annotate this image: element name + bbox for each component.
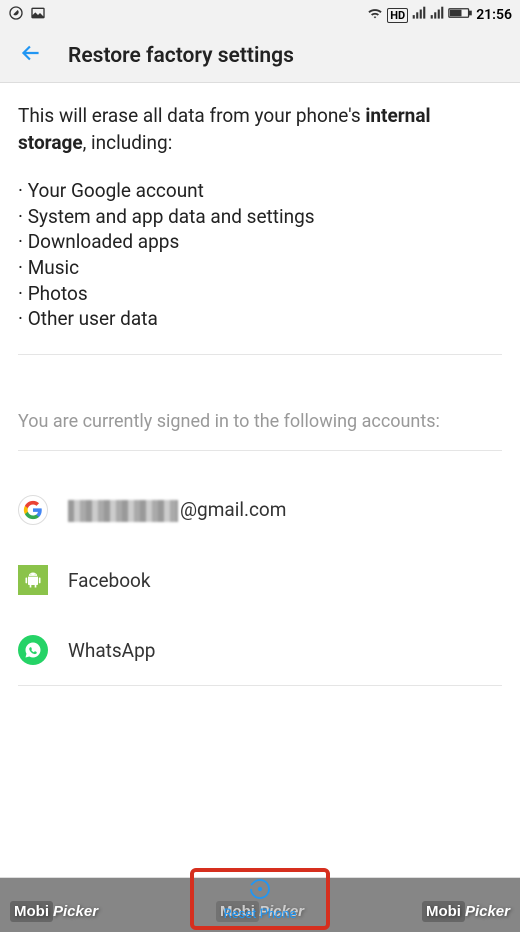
status-time: 21:56: [476, 7, 512, 23]
wifi-icon: [367, 6, 383, 24]
erase-item: · Music: [18, 255, 502, 281]
account-item-facebook[interactable]: Facebook: [18, 545, 502, 615]
page-title: Restore factory settings: [68, 44, 294, 68]
image-status-icon: [30, 5, 46, 25]
hd-icon: HD: [387, 8, 408, 23]
erase-item: · Other user data: [18, 306, 502, 332]
account-label: WhatsApp: [68, 639, 155, 662]
erase-item: · Downloaded apps: [18, 229, 502, 255]
back-arrow-icon[interactable]: [18, 40, 44, 72]
signal-icon-2: [430, 6, 444, 24]
main-content: This will erase all data from your phone…: [0, 83, 520, 686]
obscured-text: [68, 500, 178, 522]
battery-icon: [448, 6, 472, 24]
account-label: @gmail.com: [68, 498, 286, 522]
whatsapp-icon: [18, 635, 48, 665]
account-list: @gmail.com Facebook WhatsApp: [18, 475, 502, 686]
reset-icon: [248, 877, 272, 905]
reset-phone-button[interactable]: Reset Phone: [190, 868, 330, 930]
account-label: Facebook: [68, 569, 151, 592]
signal-icon-1: [412, 6, 426, 24]
erase-list: · Your Google account · System and app d…: [18, 178, 502, 355]
erase-item: · Your Google account: [18, 178, 502, 204]
header: Restore factory settings: [0, 30, 520, 83]
warning-text: This will erase all data from your phone…: [18, 103, 502, 156]
watermark: MobiPicker: [422, 903, 510, 920]
account-item-google[interactable]: @gmail.com: [18, 475, 502, 545]
android-icon: [18, 565, 48, 595]
reset-label: Reset Phone: [224, 907, 297, 922]
erase-item: · Photos: [18, 281, 502, 307]
whatsapp-status-icon: [8, 5, 24, 25]
google-icon: [18, 495, 48, 525]
account-item-whatsapp[interactable]: WhatsApp: [18, 615, 502, 685]
signed-in-text: You are currently signed in to the follo…: [18, 411, 502, 451]
watermark: MobiPicker: [10, 903, 98, 920]
erase-item: · System and app data and settings: [18, 204, 502, 230]
status-bar: HD 21:56: [0, 0, 520, 30]
